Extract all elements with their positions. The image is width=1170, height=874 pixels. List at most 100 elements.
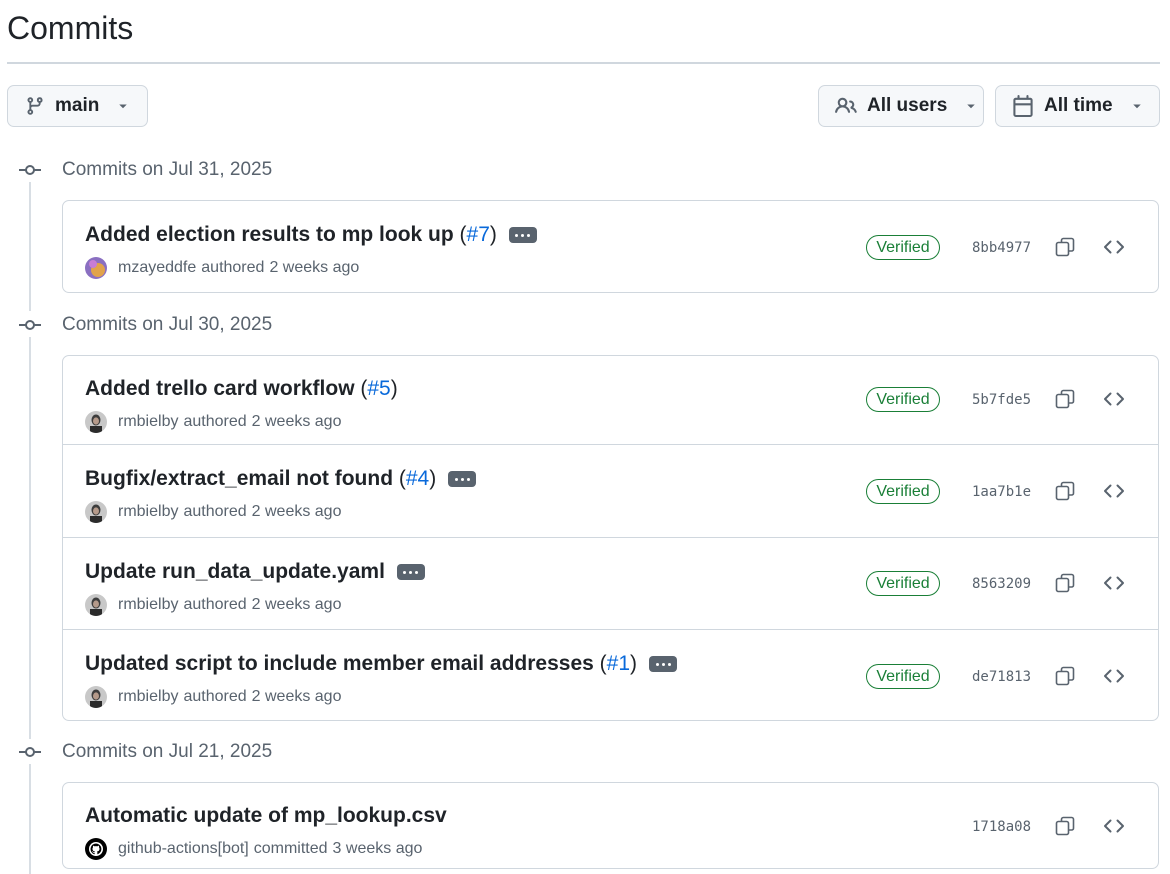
commit-group-list: Added trello card workflow (#5) rmbielby a… [62,355,1159,721]
copy-icon[interactable] [1053,571,1077,595]
commit-title: Update run_data_update.yaml [85,560,425,584]
commit-row: Bugfix/extract_email not found (#4) rmbie… [63,444,1158,537]
commit-time: 2 weeks ago [251,596,342,613]
author-action: authored [183,688,247,705]
verified-badge[interactable]: Verified [866,235,940,260]
commit-meta: mzayeddfe authored 2 weeks ago [85,257,359,279]
author-link[interactable]: rmbielby [118,413,178,431]
git-commit-icon [18,740,42,764]
commit-row: Update run_data_update.yaml rmbielby autho… [63,537,1158,629]
commit-time: 2 weeks ago [269,259,360,276]
verified-badge[interactable]: Verified [866,571,940,596]
commit-group-date: Commits on Jul 21, 2025 [62,741,273,762]
git-branch-icon [25,96,45,116]
commit-row: Added trello card workflow (#5) rmbielby a… [63,356,1158,444]
commit-sha-link[interactable]: 8563209 [972,576,1031,592]
commit-message-link[interactable]: Update run_data_update.yaml [85,560,385,584]
ellipsis-expand-button[interactable] [448,471,477,487]
commit-time: 2 weeks ago [251,413,342,430]
commit-title: Added election results to mp look up (#7… [85,223,537,247]
author-link[interactable]: rmbielby [118,503,178,521]
people-icon [835,95,857,117]
commit-time: 2 weeks ago [251,688,342,705]
commit-group-date: Commits on Jul 31, 2025 [62,159,273,180]
commit-sha-link[interactable]: 1aa7b1e [972,484,1031,500]
copy-icon[interactable] [1053,235,1077,259]
author-link[interactable]: rmbielby [118,688,178,706]
copy-icon[interactable] [1053,664,1077,688]
avatar[interactable] [85,257,107,279]
avatar[interactable] [85,594,107,616]
commit-group-date: Commits on Jul 30, 2025 [62,314,273,335]
commit-meta: rmbielby authored 2 weeks ago [85,411,341,433]
author-action: authored [183,503,247,520]
commit-message-link[interactable]: Bugfix/extract_email not found [85,467,393,491]
author-link[interactable]: rmbielby [118,596,178,614]
avatar[interactable] [85,686,107,708]
ellipsis-expand-button[interactable] [396,564,425,580]
commit-row: Added election results to mp look up (#7… [63,201,1158,294]
pull-request-link[interactable]: #1 [607,652,630,675]
browse-code-icon[interactable] [1102,479,1126,503]
avatar[interactable] [85,501,107,523]
author-action: committed [253,840,328,857]
time-filter-label: All time [1044,95,1113,116]
copy-icon[interactable] [1053,814,1077,838]
branch-select-button[interactable]: main [7,85,148,127]
chevron-down-icon [965,100,977,112]
author-action: authored [201,259,265,276]
browse-code-icon[interactable] [1102,387,1126,411]
page-title: Commits [7,10,134,46]
chevron-down-icon [117,100,129,112]
pull-request-link[interactable]: #5 [367,377,390,400]
verified-badge[interactable]: Verified [866,387,940,412]
ellipsis-expand-button[interactable] [508,227,537,243]
pull-request-link[interactable]: #7 [467,223,490,246]
commit-title: Automatic update of mp_lookup.csv [85,804,447,828]
commit-sha-link[interactable]: de71813 [972,669,1031,685]
commit-meta: rmbielby authored 2 weeks ago [85,686,341,708]
pull-request-link[interactable]: #4 [406,467,429,490]
copy-icon[interactable] [1053,387,1077,411]
author-action: authored [183,596,247,613]
browse-code-icon[interactable] [1102,664,1126,688]
timeline-line [29,182,31,311]
commit-time: 3 weeks ago [332,840,423,857]
browse-code-icon[interactable] [1102,571,1126,595]
users-filter-label: All users [867,95,948,116]
author-action: authored [183,413,247,430]
browse-code-icon[interactable] [1102,235,1126,259]
users-filter-button[interactable]: All users [818,85,984,127]
verified-badge[interactable]: Verified [866,479,940,504]
git-commit-icon [18,158,42,182]
avatar[interactable] [85,411,107,433]
commit-row: Automatic update of mp_lookup.csv github-… [63,783,1158,870]
browse-code-icon[interactable] [1102,814,1126,838]
author-link[interactable]: github-actions[bot] [118,840,249,858]
commit-meta: github-actions[bot] committed 3 weeks ago [85,838,422,860]
time-filter-button[interactable]: All time [995,85,1160,127]
commit-sha-link[interactable]: 5b7fde5 [972,392,1031,408]
commit-group-header: Commits on Jul 31, 2025 [18,158,272,182]
commit-message-link[interactable]: Added trello card workflow [85,377,355,401]
branch-label: main [55,95,100,116]
ellipsis-expand-button[interactable] [649,656,678,672]
commit-meta: rmbielby authored 2 weeks ago [85,501,341,523]
copy-icon[interactable] [1053,479,1077,503]
commit-sha-link[interactable]: 1718a08 [972,819,1031,835]
commit-sha-link[interactable]: 8bb4977 [972,240,1031,256]
commit-message-link[interactable]: Automatic update of mp_lookup.csv [85,804,447,828]
commit-title: Added trello card workflow (#5) [85,377,398,401]
commit-group-header: Commits on Jul 21, 2025 [18,740,272,764]
avatar[interactable] [85,838,107,860]
commit-message-link[interactable]: Added election results to mp look up [85,223,454,247]
timeline-line [29,337,31,739]
chevron-down-icon [1131,100,1143,112]
commit-time: 2 weeks ago [251,503,342,520]
timeline-line [29,764,31,874]
commit-message-link[interactable]: Updated script to include member email a… [85,652,594,676]
verified-badge[interactable]: Verified [866,664,940,689]
author-link[interactable]: mzayeddfe [118,259,196,277]
commit-row: Updated script to include member email a… [63,629,1158,722]
title-divider [7,62,1160,64]
